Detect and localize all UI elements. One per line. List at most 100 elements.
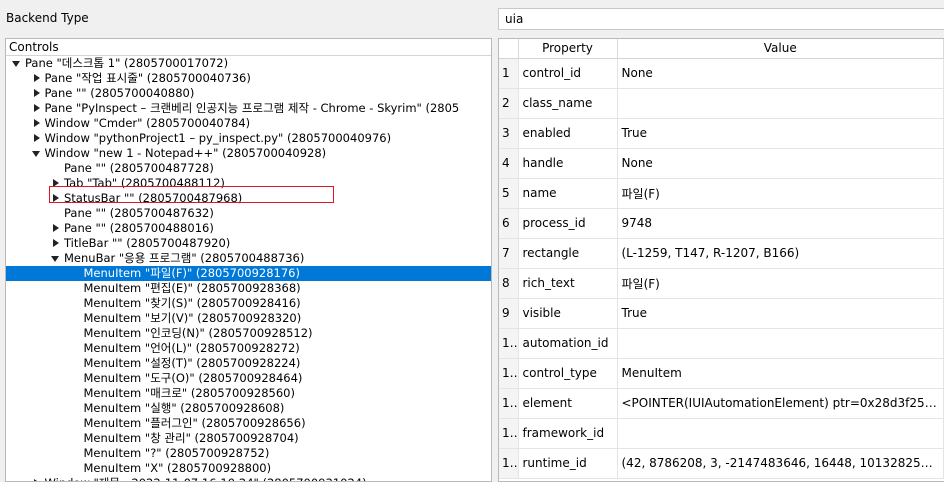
- tree-node-label: MenuBar "응용 프로그램" (2805700488736): [64, 251, 305, 265]
- properties-panel[interactable]: Property Value 1 control_id None 2 class_nam…: [498, 38, 944, 482]
- property-name: process_id: [518, 208, 618, 239]
- tree-node[interactable]: MenuItem "매크로" (2805700928560): [6, 386, 491, 401]
- property-row[interactable]: 6 process_id 9748: [499, 208, 944, 239]
- collapsed-arrow-icon[interactable]: [33, 104, 40, 112]
- backend-type-label: Backend Type: [6, 11, 89, 25]
- tree-node[interactable]: MenuItem "?" (2805700928752): [6, 446, 491, 461]
- tree-node[interactable]: MenuItem "도구(O)" (2805700928464): [6, 371, 491, 386]
- tree-node[interactable]: Pane "" (2805700487632): [6, 206, 491, 221]
- property-row[interactable]: 5 name 파일(F): [499, 178, 944, 209]
- expanded-arrow-icon[interactable]: [12, 61, 20, 67]
- property-name: handle: [518, 148, 618, 179]
- tree-node[interactable]: MenuItem "찾기(S)" (2805700928416): [6, 296, 491, 311]
- collapsed-arrow-icon[interactable]: [33, 74, 40, 82]
- expanded-arrow-icon[interactable]: [31, 151, 40, 157]
- property-column-header[interactable]: Property: [518, 39, 618, 59]
- tree-node[interactable]: MenuBar "응용 프로그램" (2805700488736): [6, 251, 491, 266]
- tree-node[interactable]: Pane "" (2805700487728): [6, 161, 491, 176]
- tree-node[interactable]: MenuItem "인코딩(N)" (2805700928512): [6, 326, 491, 341]
- collapsed-arrow-icon[interactable]: [53, 179, 59, 187]
- property-value: MenuItem: [617, 358, 944, 389]
- tree-node[interactable]: Pane "PyInspect – 크랜베리 인공지능 프로그램 제작 - Ch…: [6, 101, 491, 116]
- property-name: framework_id: [518, 418, 618, 449]
- controls-header: Controls: [6, 39, 491, 56]
- tree-node[interactable]: Window "제목 - 2022-11-07 16:10:24" (28057…: [6, 476, 491, 481]
- row-number: 7: [499, 238, 519, 269]
- property-row[interactable]: 7 rectangle (L-1259, T147, R-1207, B166): [499, 238, 944, 269]
- tree-node-label: MenuItem "플러그인" (2805700928656): [83, 416, 306, 430]
- tree-node[interactable]: MenuItem "실행" (2805700928608): [6, 401, 491, 416]
- row-number: 1: [499, 58, 519, 89]
- tree-node[interactable]: Window "new 1 - Notepad++" (280570004092…: [6, 146, 491, 161]
- row-number: 3: [499, 118, 519, 149]
- property-row[interactable]: 10 automation_id: [499, 328, 944, 359]
- property-row[interactable]: 11 control_type MenuItem: [499, 358, 944, 389]
- tree-node-label: MenuItem "매크로" (2805700928560): [83, 386, 295, 400]
- tree-node[interactable]: Window "pythonProject1 – py_inspect.py" …: [6, 131, 491, 146]
- property-row[interactable]: 8 rich_text 파일(F): [499, 268, 944, 299]
- tree-node[interactable]: MenuItem "언어(L)" (2805700928272): [6, 341, 491, 356]
- tree-node-label: MenuItem "인코딩(N)" (2805700928512): [83, 326, 313, 340]
- row-number: 4: [499, 148, 519, 179]
- property-row[interactable]: 14 runtime_id (42, 8786208, 3, -2147483646…: [499, 448, 944, 479]
- tree-node[interactable]: StatusBar "" (2805700487968): [6, 191, 491, 206]
- collapsed-arrow-icon[interactable]: [53, 239, 59, 247]
- tree-node[interactable]: MenuItem "보기(V)" (2805700928320): [6, 311, 491, 326]
- property-value: [617, 328, 944, 359]
- tree-node[interactable]: MenuItem "설정(T)" (2805700928224): [6, 356, 491, 371]
- property-row[interactable]: 4 handle None: [499, 148, 944, 179]
- row-number: 10: [499, 328, 519, 359]
- tree-node-label: Pane "" (2805700040880): [44, 86, 195, 100]
- tree-node-label: Pane "데스크톱 1" (2805700017072): [25, 56, 229, 70]
- collapsed-arrow-icon[interactable]: [33, 89, 40, 97]
- property-row[interactable]: 13 framework_id: [499, 418, 944, 449]
- property-value: 9748: [617, 208, 944, 239]
- tree-node[interactable]: Pane "" (2805700040880): [6, 86, 491, 101]
- property-value: [617, 88, 944, 119]
- property-row[interactable]: 12 element <POINTER(IUIAutomationElement) …: [499, 388, 944, 419]
- tree-node[interactable]: MenuItem "X" (2805700928800): [6, 461, 491, 476]
- row-number: 14: [499, 448, 519, 479]
- row-number: 8: [499, 268, 519, 299]
- tree-node[interactable]: Pane "작업 표시줄" (2805700040736): [6, 71, 491, 86]
- property-row[interactable]: 2 class_name: [499, 88, 944, 119]
- controls-tree-panel[interactable]: Controls Pane "데스크톱 1" (2805700017072) Pa…: [5, 38, 492, 482]
- property-row[interactable]: 9 visible True: [499, 298, 944, 329]
- expanded-arrow-icon[interactable]: [51, 256, 59, 262]
- property-name: visible: [518, 298, 618, 329]
- tree-node[interactable]: MenuItem "창 관리" (2805700928704): [6, 431, 491, 446]
- tree-node[interactable]: Tab "Tab" (2805700488112): [6, 176, 491, 191]
- collapsed-arrow-icon[interactable]: [53, 194, 59, 202]
- tree-node-label: MenuItem "보기(V)" (2805700928320): [83, 311, 302, 325]
- property-row[interactable]: 1 control_id None: [499, 58, 944, 89]
- collapsed-arrow-icon[interactable]: [53, 224, 59, 232]
- tree-node-label: Window "pythonProject1 – py_inspect.py" …: [44, 131, 392, 145]
- collapsed-arrow-icon[interactable]: [33, 119, 40, 127]
- property-value: 파일(F): [617, 178, 944, 209]
- tree-node[interactable]: MenuItem "편집(E)" (2805700928368): [6, 281, 491, 296]
- property-name: control_id: [518, 58, 618, 89]
- tree-node-label: Pane "" (2805700488016): [64, 221, 214, 235]
- tree-node[interactable]: Pane "" (2805700488016): [6, 221, 491, 236]
- tree-node-label: MenuItem "언어(L)" (2805700928272): [83, 341, 300, 355]
- properties-header-row: Property Value: [499, 39, 944, 59]
- backend-type-field[interactable]: uia: [498, 8, 944, 30]
- property-row[interactable]: 3 enabled True: [499, 118, 944, 149]
- property-value: True: [617, 118, 944, 149]
- property-value: None: [617, 58, 944, 89]
- tree-node-label: Window "new 1 - Notepad++" (280570004092…: [44, 146, 327, 160]
- property-name: class_name: [518, 88, 618, 119]
- tree-node-label: Pane "" (2805700487728): [64, 161, 214, 175]
- property-name: element: [518, 388, 618, 419]
- tree-node[interactable]: TitleBar "" (2805700487920): [6, 236, 491, 251]
- property-value: (42, 8786208, 3, -2147483646, 16448, 101…: [617, 448, 944, 479]
- collapsed-arrow-icon[interactable]: [33, 134, 40, 142]
- tree-node[interactable]: MenuItem "파일(F)" (2805700928176): [6, 266, 491, 281]
- tree-node[interactable]: MenuItem "플러그인" (2805700928656): [6, 416, 491, 431]
- property-value: (L-1259, T147, R-1207, B166): [617, 238, 944, 269]
- tree-node[interactable]: Window "Cmder" (2805700040784): [6, 116, 491, 131]
- tree-node-label: MenuItem "창 관리" (2805700928704): [83, 431, 299, 445]
- tree-node-label: Window "Cmder" (2805700040784): [44, 116, 251, 130]
- tree-node[interactable]: Pane "데스크톱 1" (2805700017072): [6, 56, 491, 71]
- value-column-header[interactable]: Value: [617, 39, 944, 59]
